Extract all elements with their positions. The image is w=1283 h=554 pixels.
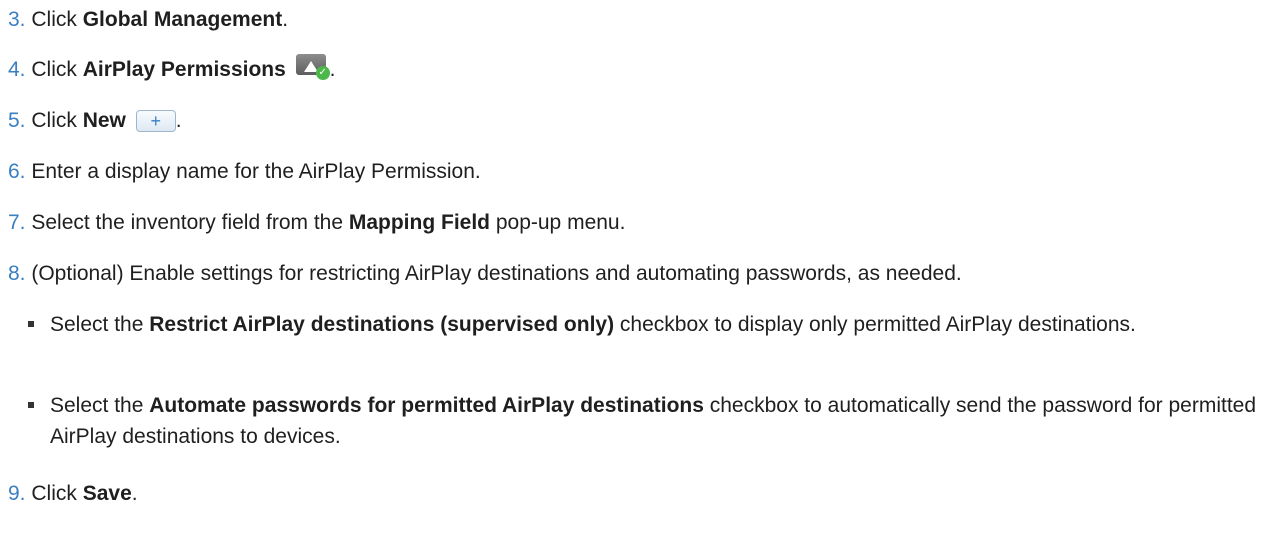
ui-term: Save bbox=[82, 482, 132, 505]
step-4: 4. Click AirPlay Permissions ✓ . bbox=[8, 54, 336, 84]
bullet-icon bbox=[28, 321, 34, 327]
step-text: (Optional) Enable settings for restricti… bbox=[31, 262, 962, 285]
step-9: 9. Click Save. bbox=[8, 480, 138, 508]
ui-term: Mapping Field bbox=[348, 211, 491, 234]
step-text-end: . bbox=[329, 58, 336, 81]
step-text: Click bbox=[31, 58, 83, 81]
step-text-end: . bbox=[175, 109, 182, 132]
step-text: Click bbox=[31, 8, 83, 31]
ui-term: New bbox=[82, 109, 126, 132]
ui-term: Restrict AirPlay destinations (supervise… bbox=[149, 313, 615, 336]
ui-term: Automate passwords for permitted AirPlay… bbox=[149, 394, 704, 417]
step-text: Click bbox=[31, 109, 83, 132]
step-number: 5. bbox=[8, 109, 26, 132]
step-text: Click bbox=[31, 482, 83, 505]
instruction-list: 3. Click Global Management. 4. Click Air… bbox=[0, 0, 1283, 505]
ui-term: Global Management bbox=[82, 8, 283, 31]
airplay-permissions-icon: ✓ bbox=[295, 54, 330, 81]
step-number: 9. bbox=[8, 482, 26, 505]
step-text-end: . bbox=[282, 8, 289, 31]
step-text-end: pop-up menu. bbox=[490, 211, 626, 234]
step-6: 6. Enter a display name for the AirPlay … bbox=[8, 158, 481, 186]
substep-text: Select the Restrict AirPlay destinations… bbox=[50, 313, 1136, 336]
step-number: 8. bbox=[8, 262, 26, 285]
plus-icon: + bbox=[135, 110, 176, 133]
step-number: 4. bbox=[8, 58, 26, 81]
ui-term: AirPlay Permissions bbox=[82, 58, 286, 81]
step-7: 7. Select the inventory field from the M… bbox=[8, 209, 625, 237]
step-number: 7. bbox=[8, 211, 26, 234]
step-5: 5. Click New +. bbox=[8, 107, 182, 135]
step-3: 3. Click Global Management. bbox=[8, 6, 288, 34]
bullet-icon bbox=[28, 402, 34, 408]
step-text: Select the inventory field from the bbox=[31, 211, 349, 234]
step-text: Enter a display name for the AirPlay Per… bbox=[31, 160, 481, 183]
step-number: 3. bbox=[8, 8, 26, 31]
step-8: 8. (Optional) Enable settings for restri… bbox=[8, 260, 962, 288]
step-text-end: . bbox=[131, 482, 138, 505]
substep-text: Select the Automate passwords for permit… bbox=[50, 394, 1257, 448]
step-number: 6. bbox=[8, 160, 26, 183]
